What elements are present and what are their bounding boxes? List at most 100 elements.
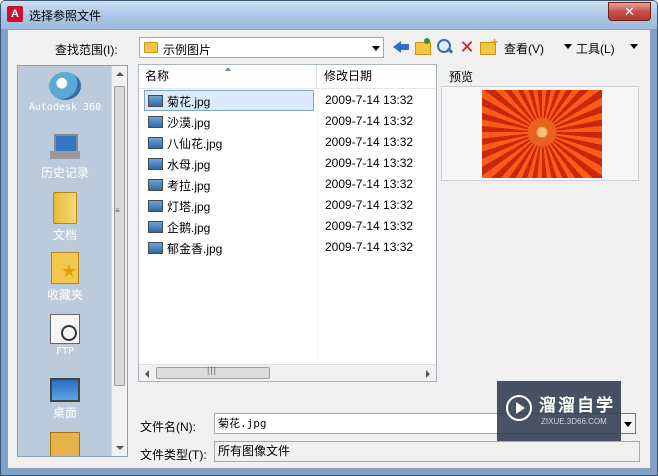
file-name-cell[interactable]: 灯塔.jpg (144, 195, 314, 216)
image-file-icon (148, 137, 163, 149)
up-one-level-icon[interactable] (414, 38, 432, 56)
new-folder-icon[interactable] (480, 35, 498, 56)
place-label: Autodesk 360 (28, 102, 102, 113)
image-file-icon (148, 116, 163, 128)
chevron-down-icon (372, 46, 380, 51)
views-menu-button[interactable]: 查看(V) (504, 40, 544, 57)
image-file-icon (148, 158, 163, 170)
file-date: 2009-7-14 13:32 (325, 198, 414, 212)
folder-icon (144, 42, 158, 53)
file-name: 企鹅.jpg (167, 221, 211, 235)
desktop-icon (50, 378, 80, 402)
list-item[interactable]: 企鹅.jpg 2009-7-14 13:32 (139, 216, 436, 237)
tools-dropdown-arrow-icon[interactable] (630, 44, 638, 49)
list-item[interactable]: 水母.jpg 2009-7-14 13:32 (139, 153, 436, 174)
views-dropdown-arrow-icon[interactable] (564, 44, 572, 49)
folder-icon (50, 432, 80, 456)
file-name-cell[interactable]: 考拉.jpg (144, 174, 314, 195)
place-autodesk-360[interactable]: Autodesk 360 (18, 72, 112, 113)
file-name-cell[interactable]: 企鹅.jpg (144, 216, 314, 237)
grip-icon: ||| (207, 365, 218, 375)
scroll-up-icon[interactable] (116, 72, 124, 76)
file-name-cell[interactable]: 菊花.jpg (144, 90, 314, 111)
place-history[interactable]: 历史记录 (18, 132, 112, 181)
close-button[interactable]: ✕ (608, 2, 651, 21)
image-file-icon (148, 95, 163, 107)
place-ftp[interactable]: FTP (18, 314, 112, 357)
watermark: 溜溜自学 ZIXUE.3D66.COM (497, 381, 621, 441)
file-name: 沙漠.jpg (167, 116, 211, 130)
list-item[interactable]: 郁金香.jpg 2009-7-14 13:32 (139, 237, 436, 258)
ftp-icon (50, 314, 80, 344)
file-name: 郁金香.jpg (167, 242, 223, 256)
dialog-title: 选择参照文件 (29, 9, 102, 23)
scroll-right-icon[interactable] (426, 370, 430, 378)
file-list: 名称 修改日期 菊花.jpg 2009-7-14 13:32 沙漠.jpg 20… (138, 64, 437, 382)
file-name: 水母.jpg (167, 158, 211, 172)
scroll-left-icon[interactable] (145, 370, 149, 378)
horizontal-scrollbar[interactable]: ||| (139, 364, 436, 381)
preview-panel (441, 86, 639, 181)
sort-ascending-icon (225, 67, 231, 71)
look-in-value: 示例图片 (163, 43, 212, 57)
file-name-cell[interactable]: 八仙花.jpg (144, 132, 314, 153)
select-reference-file-dialog: A 选择参照文件 ✕ 查找范围(I): 示例图片 ✕ 查看(V) 工具(L) A… (0, 0, 658, 476)
watermark-url: ZIXUE.3D66.COM (541, 417, 607, 426)
file-date: 2009-7-14 13:32 (325, 156, 414, 170)
tools-menu-button[interactable]: 工具(L) (576, 40, 615, 57)
column-header-row: 名称 修改日期 (139, 65, 436, 89)
file-name-cell[interactable]: 水母.jpg (144, 153, 314, 174)
file-date: 2009-7-14 13:32 (325, 240, 414, 254)
file-name: 考拉.jpg (167, 179, 211, 193)
look-in-dropdown[interactable]: 示例图片 (139, 37, 384, 58)
search-web-icon[interactable] (436, 38, 454, 56)
file-name-cell[interactable]: 沙漠.jpg (144, 111, 314, 132)
place-label: 历史记录 (40, 166, 89, 180)
place-label: FTP (55, 346, 75, 357)
column-header-date[interactable]: 修改日期 (318, 65, 436, 89)
delete-icon[interactable]: ✕ (458, 38, 476, 56)
file-name-dropdown-button[interactable] (620, 413, 636, 434)
file-type-label: 文件类型(T): (140, 448, 207, 462)
file-name: 灯塔.jpg (167, 200, 211, 214)
list-item[interactable]: 菊花.jpg 2009-7-14 13:32 (139, 90, 436, 111)
image-file-icon (148, 179, 163, 191)
place-documents[interactable]: 文档 (18, 192, 112, 243)
file-date: 2009-7-14 13:32 (325, 93, 414, 107)
grip-icon: ≡ (115, 206, 120, 215)
preview-image (482, 90, 602, 178)
file-name-label: 文件名(N): (140, 420, 196, 434)
title-bar: A 选择参照文件 ✕ (1, 1, 657, 29)
history-icon (50, 132, 80, 162)
documents-icon (53, 192, 77, 224)
places-scrollbar[interactable]: ≡ (111, 66, 127, 456)
autocad-app-icon: A (7, 6, 23, 22)
place-label: 文档 (52, 228, 77, 242)
look-in-label: 查找范围(I): (55, 43, 118, 57)
autodesk-360-icon (49, 72, 81, 100)
list-item[interactable]: 八仙花.jpg 2009-7-14 13:32 (139, 132, 436, 153)
scrollbar-thumb[interactable] (114, 86, 125, 386)
watermark-title: 溜溜自学 (539, 396, 615, 415)
list-item[interactable]: 沙漠.jpg 2009-7-14 13:32 (139, 111, 436, 132)
back-arrow-icon[interactable] (392, 38, 410, 56)
places-sidebar: Autodesk 360 历史记录 文档 收藏夹 FTP 桌面 (17, 65, 128, 457)
image-file-icon (148, 242, 163, 254)
place-desktop[interactable]: 桌面 (18, 374, 112, 421)
list-item[interactable]: 考拉.jpg 2009-7-14 13:32 (139, 174, 436, 195)
scrollbar-thumb[interactable]: ||| (156, 365, 270, 379)
file-date: 2009-7-14 13:32 (325, 135, 414, 149)
favorites-icon (51, 252, 79, 284)
file-name: 八仙花.jpg (167, 137, 223, 151)
file-type-dropdown[interactable]: 所有图像文件 (214, 441, 640, 462)
place-favorites[interactable]: 收藏夹 (18, 252, 112, 303)
file-date: 2009-7-14 13:32 (325, 114, 414, 128)
preview-label: 预览 (449, 70, 474, 84)
place-label: 收藏夹 (46, 288, 83, 302)
place-partial[interactable] (18, 432, 112, 456)
file-name: 菊花.jpg (167, 95, 211, 109)
list-item[interactable]: 灯塔.jpg 2009-7-14 13:32 (139, 195, 436, 216)
file-name-cell[interactable]: 郁金香.jpg (144, 237, 314, 258)
scroll-down-icon[interactable] (116, 446, 124, 450)
play-logo-icon (506, 395, 532, 421)
